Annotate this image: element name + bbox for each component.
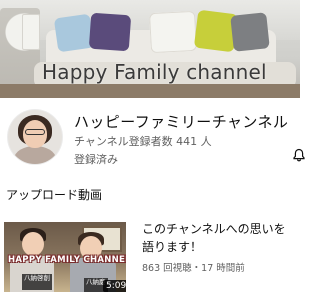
avatar-body	[14, 146, 56, 164]
thumbnail-person-left-face	[22, 232, 44, 256]
pillow-white	[148, 10, 198, 54]
channel-avatar[interactable]	[8, 110, 62, 164]
subscriber-count: チャンネル登録者数 441 人	[74, 135, 212, 148]
channel-name: ハッピーファミリーチャンネル	[74, 113, 289, 131]
video-meta: 863 回視聴・17 時間前	[142, 263, 245, 274]
thumbnail-name-tag: 八納啓創	[22, 274, 52, 290]
video-duration: 5:09	[103, 280, 126, 292]
pillow-gray	[230, 12, 270, 52]
banner-floor	[0, 84, 300, 98]
video-title[interactable]: このチャンネルへの思いを語ります！	[142, 220, 292, 256]
pillow-purple	[88, 12, 132, 52]
video-thumbnail[interactable]: HAPPY FAMILY CHANNEL 八納啓創 八納慶 5:09	[4, 222, 126, 292]
bell-icon[interactable]	[292, 148, 306, 162]
channel-banner: Happy Family channel	[0, 0, 300, 98]
subscribed-button[interactable]: 登録済み	[74, 151, 118, 167]
avatar-glasses	[25, 129, 45, 135]
banner-lamp	[22, 14, 40, 50]
thumbnail-title: HAPPY FAMILY CHANNEL	[8, 255, 126, 265]
section-title-uploads: アップロード動画	[6, 188, 103, 202]
pillow-blue	[53, 13, 95, 53]
banner-title: Happy Family channel	[42, 60, 267, 84]
